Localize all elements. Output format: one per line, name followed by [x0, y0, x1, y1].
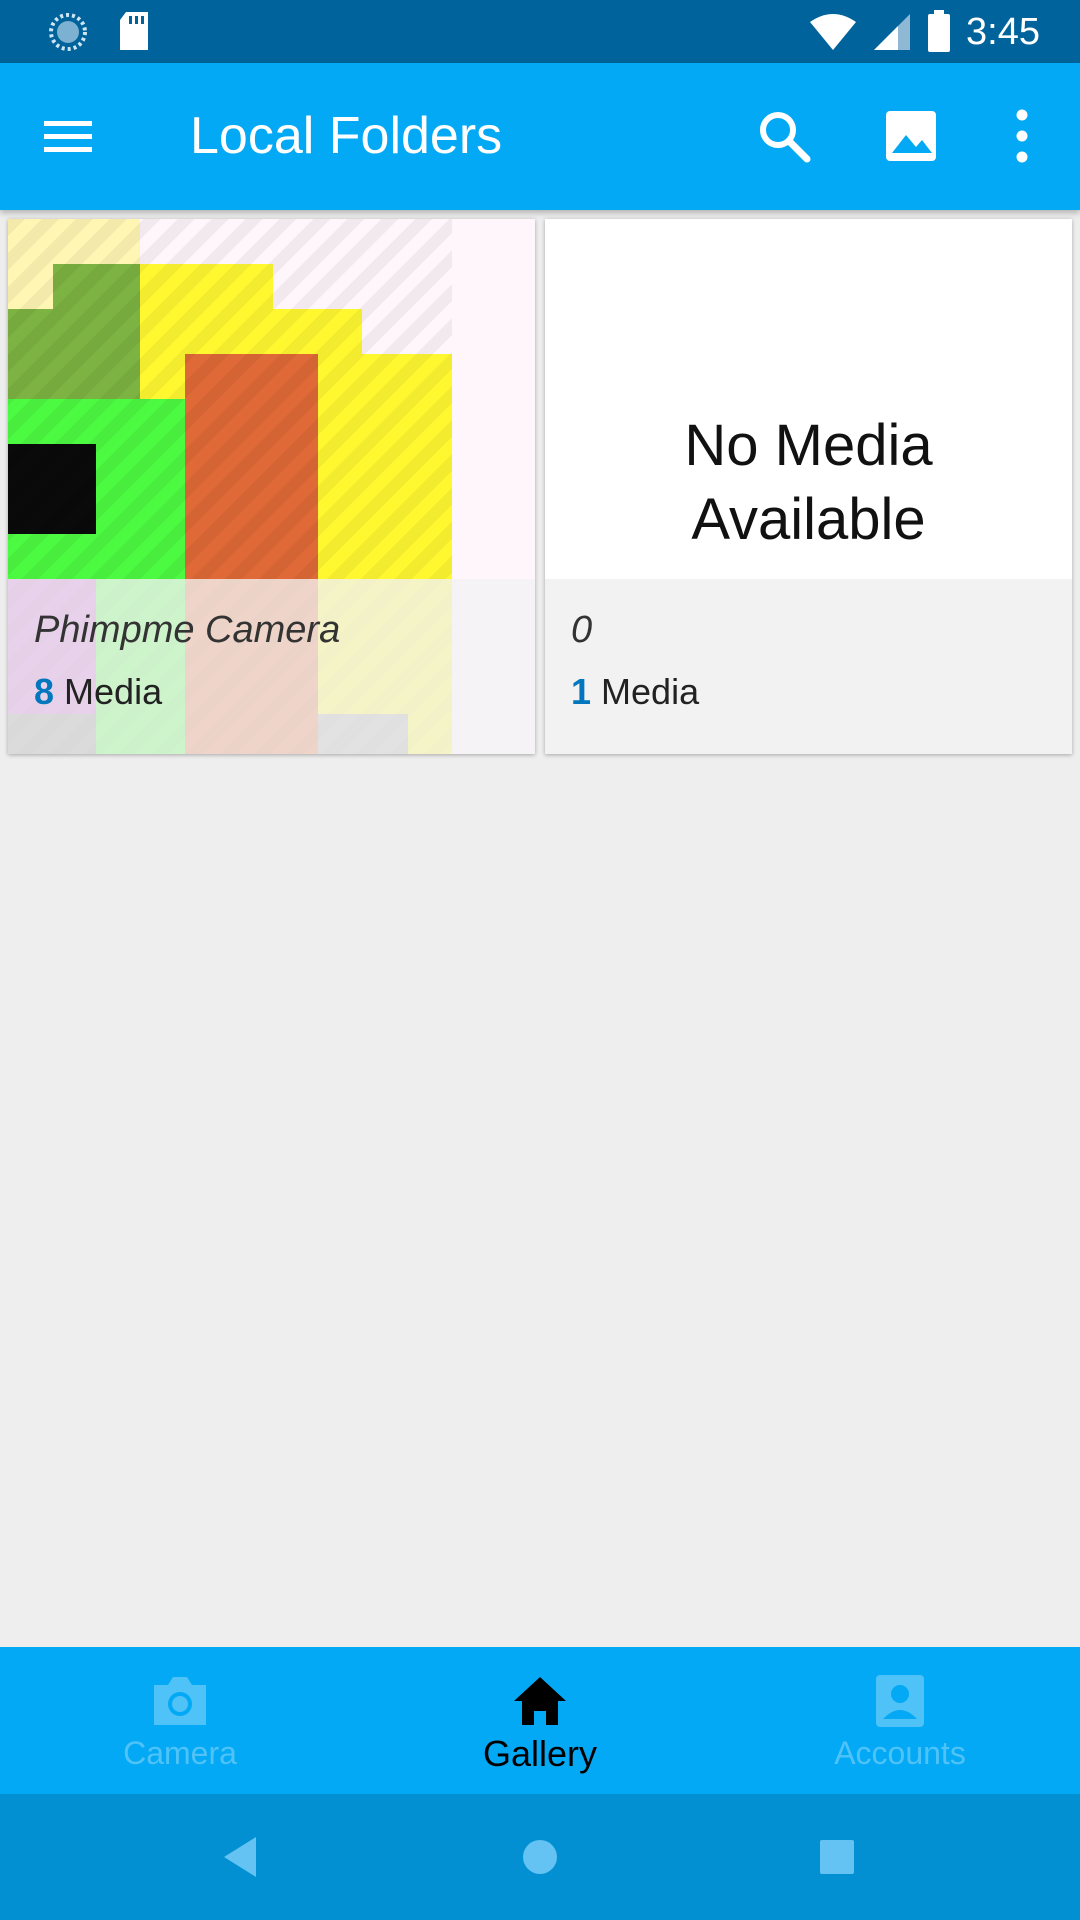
- sd-card-icon: [120, 12, 148, 50]
- media-count-number: 8: [34, 671, 55, 712]
- nav-label-gallery: Gallery: [482, 1733, 598, 1774]
- nav-label-accounts: Accounts: [834, 1735, 966, 1771]
- recents-icon[interactable]: [807, 1827, 867, 1887]
- media-count: 1 Media: [571, 671, 699, 713]
- clock: 3:45: [966, 11, 1040, 53]
- camera-icon: [154, 1677, 206, 1725]
- nav-item-gallery[interactable]: Gallery: [360, 1647, 720, 1794]
- media-count-label: Media: [64, 671, 163, 712]
- nav-item-camera[interactable]: Camera: [0, 1647, 360, 1794]
- page-title: Local Folders: [190, 107, 503, 165]
- no-media-line-2: Available: [691, 487, 926, 552]
- no-media-line-1: No Media: [684, 413, 933, 478]
- folder-name: 0: [571, 609, 593, 651]
- menu-icon[interactable]: [40, 108, 96, 164]
- wifi-icon: [810, 14, 857, 50]
- folder-info: 0 1 Media: [545, 579, 1072, 754]
- home-icon: [514, 1677, 566, 1725]
- more-vert-icon[interactable]: [995, 105, 1057, 167]
- status-bar: 3:45: [0, 0, 1080, 63]
- image-icon[interactable]: [880, 105, 942, 167]
- signal-icon: [874, 14, 911, 50]
- media-count-number: 1: [571, 671, 592, 712]
- account-box-icon: [876, 1675, 924, 1727]
- folder-name: Phimpme Camera: [34, 609, 341, 651]
- back-icon[interactable]: [212, 1827, 272, 1887]
- battery-icon: [928, 10, 951, 52]
- media-count-label: Media: [601, 671, 700, 712]
- folder-card-0[interactable]: No Media Available 0 1 Media: [545, 219, 1072, 754]
- no-media-placeholder: No Media Available: [545, 409, 1072, 557]
- nav-item-accounts[interactable]: Accounts: [720, 1647, 1080, 1794]
- home-circle-icon[interactable]: [510, 1827, 570, 1887]
- folder-info: Phimpme Camera 8 Media: [8, 579, 535, 754]
- system-navigation-bar: [0, 1794, 1080, 1920]
- bottom-navigation: Camera Gallery Accounts: [0, 1647, 1080, 1794]
- app-bar: Local Folders: [0, 63, 1080, 210]
- search-icon[interactable]: [753, 105, 815, 167]
- nav-label-camera: Camera: [123, 1735, 237, 1771]
- media-count: 8 Media: [34, 671, 162, 713]
- folder-card-phimpme-camera[interactable]: Phimpme Camera 8 Media: [8, 219, 535, 754]
- sync-icon: [49, 13, 87, 51]
